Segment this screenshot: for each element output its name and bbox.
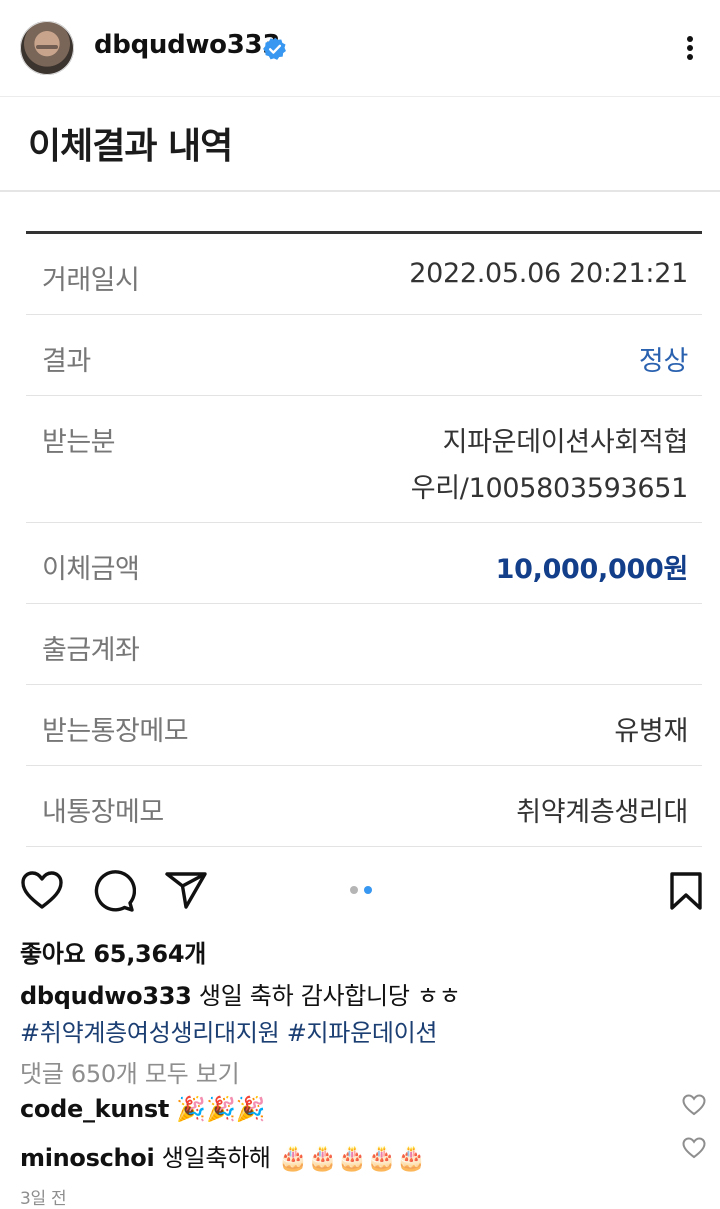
- caption-hashtags[interactable]: #취약계층여성생리대지원 #지파운데이션: [20, 1013, 438, 1048]
- row-label: 내통장메모: [42, 797, 164, 828]
- row-label: 거래일시: [42, 265, 140, 296]
- avatar[interactable]: [20, 21, 74, 75]
- row-value: 정상: [638, 346, 688, 377]
- comment-like-heart-icon[interactable]: [682, 1094, 706, 1116]
- receipt-row-amount: 이체금액 10,000,000원: [26, 523, 702, 604]
- more-vertical-icon[interactable]: [676, 30, 704, 66]
- row-label: 결과: [42, 346, 91, 377]
- carousel-dot: [350, 886, 358, 894]
- receipt-row-recipient: 받는분 지파운데이션사회적협 우리/1005803593651: [26, 396, 702, 523]
- likes-count[interactable]: 좋아요 65,364개: [20, 934, 206, 969]
- row-value: 취약계층생리대: [516, 797, 688, 828]
- comment-username[interactable]: minoschoi: [20, 1144, 155, 1172]
- comment-username[interactable]: code_kunst: [20, 1095, 169, 1123]
- verified-badge-icon: [263, 37, 286, 60]
- comment-like-heart-icon[interactable]: [682, 1137, 706, 1159]
- carousel-dot-active: [364, 886, 372, 894]
- row-label: 이체금액: [42, 554, 140, 585]
- receipt-row-result: 결과 정상: [26, 315, 702, 396]
- row-label: 받는분: [42, 427, 116, 458]
- receipt-title: 이체결과 내역: [28, 126, 233, 167]
- row-value-line2: 우리/1005803593651: [410, 473, 689, 504]
- post-header: dbqudwo333: [0, 0, 720, 96]
- post-image[interactable]: 이체결과 내역 거래일시 2022.05.06 20:21:21 결과 정상 받…: [0, 96, 720, 849]
- receipt-table: 거래일시 2022.05.06 20:21:21 결과 정상 받는분 지파운데이…: [26, 231, 702, 847]
- heart-icon[interactable]: [20, 870, 64, 910]
- receipt-row-my-memo: 내통장메모 취약계층생리대: [26, 766, 702, 847]
- view-all-comments-link[interactable]: 댓글 650개 모두 보기: [20, 1054, 240, 1089]
- row-value: 2022.05.06 20:21:21: [409, 258, 688, 289]
- comment-text: 생일축하해 🎂🎂🎂🎂🎂: [161, 1144, 426, 1172]
- comment-item: code_kunst 🎉🎉🎉: [20, 1095, 265, 1123]
- caption-username[interactable]: dbqudwo333: [20, 982, 192, 1010]
- comment-icon[interactable]: [92, 870, 136, 912]
- receipt-row-datetime: 거래일시 2022.05.06 20:21:21: [26, 234, 702, 315]
- row-value: 10,000,000원: [495, 554, 689, 585]
- receipt-row-withdraw-account: 출금계좌: [26, 604, 702, 685]
- post-timestamp: 3일 전: [20, 1189, 67, 1209]
- receipt-row-recipient-memo: 받는통장메모 유병재: [26, 685, 702, 766]
- caption: dbqudwo333 생일 축하 감사합니당 ㅎㅎ: [20, 976, 461, 1011]
- row-label: 출금계좌: [42, 635, 140, 666]
- caption-text: 생일 축하 감사합니당 ㅎㅎ: [198, 982, 461, 1010]
- send-icon[interactable]: [164, 870, 208, 910]
- row-label: 받는통장메모: [42, 716, 189, 747]
- row-value-line1: 지파운데이션사회적협: [442, 427, 689, 458]
- comment-item: minoschoi 생일축하해 🎂🎂🎂🎂🎂: [20, 1138, 426, 1173]
- row-value: 유병재: [614, 716, 688, 747]
- action-bar: [0, 848, 720, 934]
- header-username[interactable]: dbqudwo333: [94, 30, 280, 60]
- comment-text: 🎉🎉🎉: [176, 1095, 266, 1123]
- bookmark-icon[interactable]: [668, 870, 704, 912]
- receipt-title-bar: 이체결과 내역: [0, 97, 720, 192]
